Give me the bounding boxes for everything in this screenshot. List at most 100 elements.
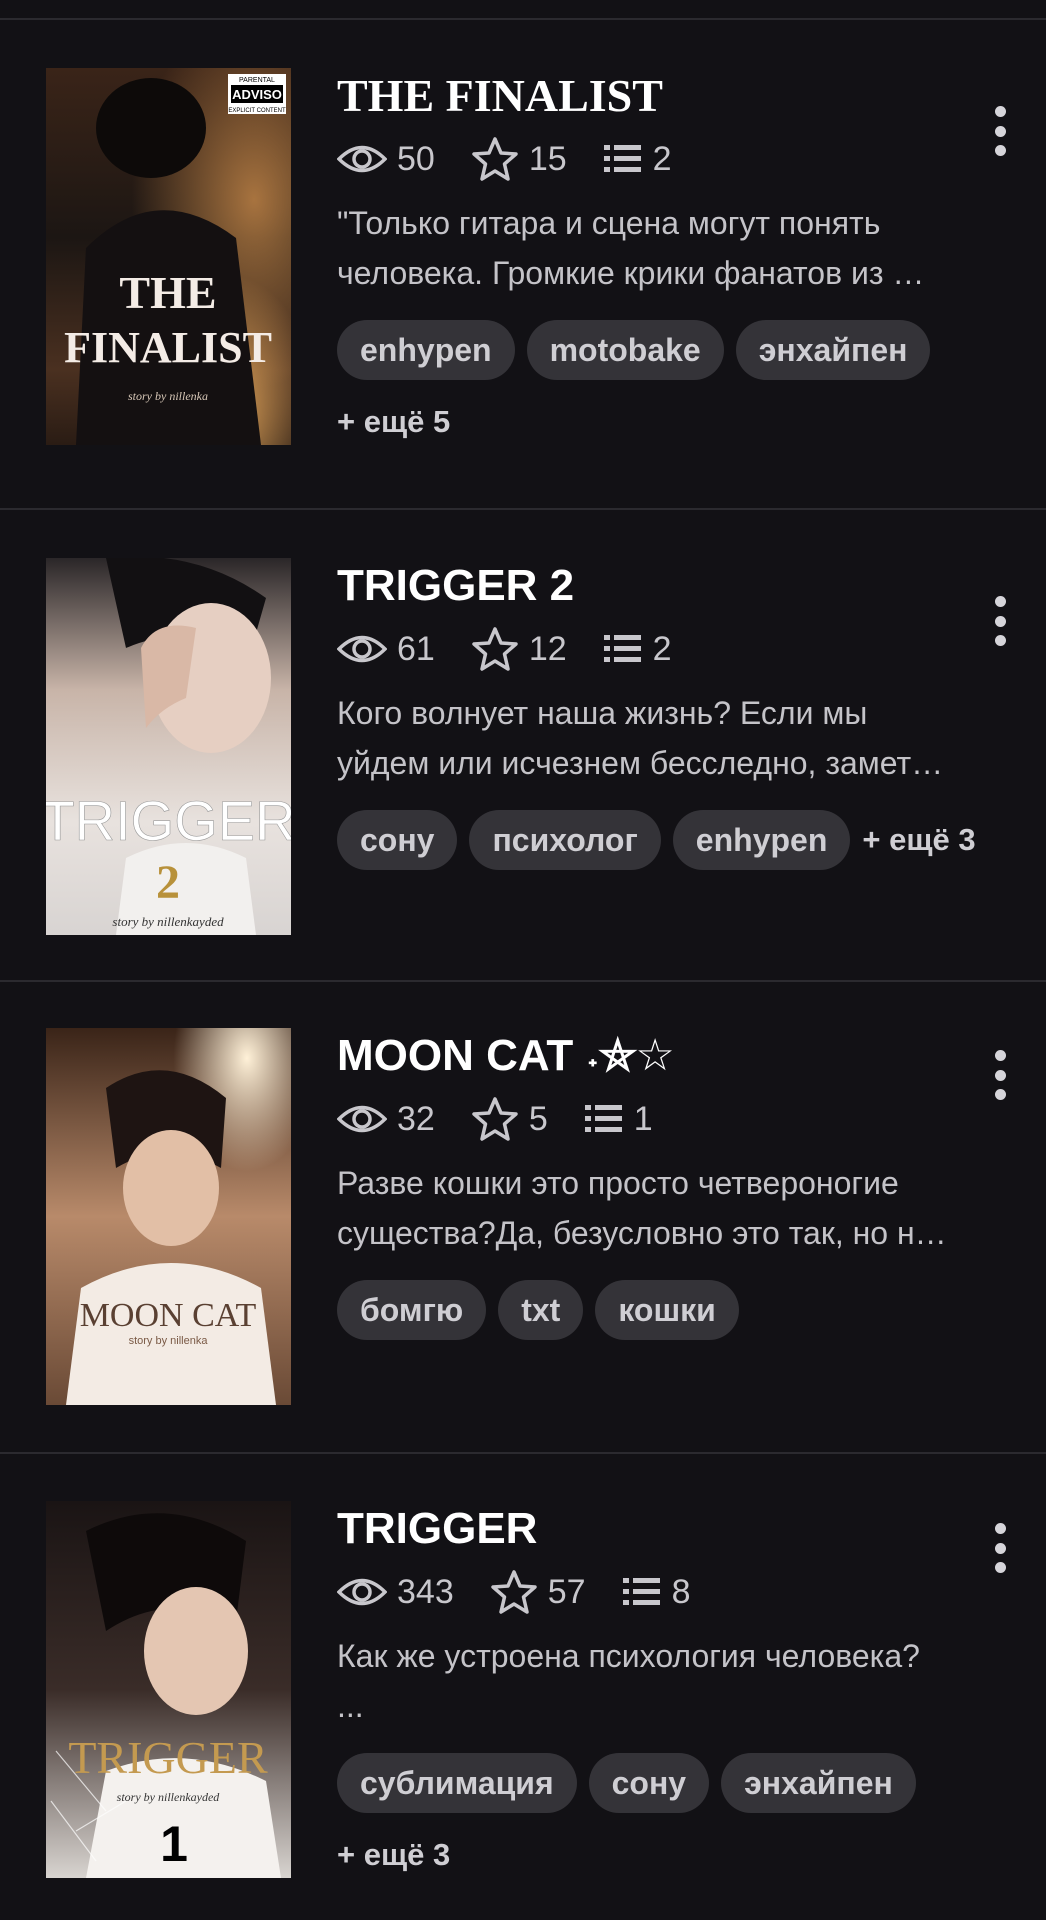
- description-line: Кого волнует наша жизнь? Если мы: [337, 695, 868, 731]
- star-icon: [472, 1097, 518, 1141]
- svg-text:EXPLICIT CONTENT: EXPLICIT CONTENT: [228, 108, 286, 114]
- parts-stat: 8: [622, 1573, 690, 1612]
- story-info: TRIGGER 2 61 12 2 Кого волнует наша жизн…: [337, 558, 1007, 882]
- tag-chip[interactable]: кошки: [595, 1280, 739, 1340]
- votes-stat: 12: [471, 626, 567, 672]
- more-vertical-icon[interactable]: [990, 1050, 1010, 1100]
- story-card[interactable]: MOON CAT story by nillenka MOON CAT ˖⛤☆ …: [0, 982, 1046, 1472]
- cover-title: 1: [160, 1816, 188, 1872]
- description-line: Как же устроена психология человека?: [337, 1638, 920, 1674]
- story-tags: бомгю txt кошки: [337, 1280, 1017, 1352]
- votes-count: 12: [528, 629, 567, 668]
- story-card[interactable]: ADVISO PARENTAL EXPLICIT CONTENT THE FIN…: [0, 20, 1046, 510]
- story-title[interactable]: TRIGGER: [337, 1501, 1007, 1557]
- eye-icon: [337, 635, 387, 663]
- eye-icon: [337, 145, 387, 173]
- views-count: 61: [397, 629, 435, 668]
- story-info: TRIGGER 343 57 8 Как же устроена психоло…: [337, 1501, 1007, 1897]
- story-tags: enhypen motobake энхайпен + ещё 5: [337, 320, 1017, 464]
- tag-chip[interactable]: бомгю: [337, 1280, 487, 1340]
- views-stat: 32: [337, 1100, 435, 1139]
- tag-chip[interactable]: энхайпен: [735, 320, 931, 380]
- star-icon: [472, 137, 518, 181]
- list-icon: [603, 635, 641, 662]
- more-tags-link[interactable]: + ещё 5: [337, 392, 450, 452]
- votes-count: 15: [528, 139, 567, 178]
- list-icon: [622, 1578, 660, 1605]
- story-cover-image[interactable]: TRIGGER story by nillenkayded 1: [46, 1501, 291, 1878]
- description-line: ...: [337, 1688, 364, 1724]
- parts-stat: 1: [584, 1100, 653, 1139]
- tag-chip[interactable]: энхайпен: [721, 1753, 916, 1813]
- votes-stat: 57: [490, 1569, 586, 1615]
- eye-icon: [337, 1578, 387, 1606]
- story-title[interactable]: THE FINALIST: [337, 68, 1007, 124]
- story-stats: 343 57 8: [337, 1563, 1007, 1621]
- parts-count: 1: [633, 1099, 653, 1138]
- votes-count: 57: [547, 1572, 586, 1611]
- parts-count: 2: [652, 139, 672, 178]
- tag-chip[interactable]: сону: [588, 1753, 710, 1813]
- story-title[interactable]: MOON CAT ˖⛤☆: [337, 1028, 1007, 1084]
- story-description[interactable]: "Только гитара и сцена могут понять чело…: [337, 198, 1007, 298]
- story-cover-image[interactable]: TRIGGER 2 story by nillenkayded: [46, 558, 291, 935]
- parts-count: 2: [652, 629, 672, 668]
- story-stats: 61 12 2: [337, 620, 1007, 678]
- views-stat: 343: [337, 1573, 454, 1612]
- more-vertical-icon[interactable]: [990, 1523, 1010, 1573]
- cover-title: MOON CAT: [80, 1297, 257, 1334]
- description-line: существа?Да, безусловно это так, но н…: [337, 1215, 947, 1251]
- story-title[interactable]: TRIGGER 2: [337, 558, 1007, 614]
- tag-chip[interactable]: психолог: [469, 810, 661, 870]
- description-line: уйдем или исчезнем бесследно, замет…: [337, 745, 944, 781]
- votes-stat: 5: [471, 1096, 548, 1142]
- views-count: 343: [397, 1572, 454, 1611]
- story-cover-image[interactable]: ADVISO PARENTAL EXPLICIT CONTENT THE FIN…: [46, 68, 291, 445]
- story-card[interactable]: TRIGGER story by nillenkayded 1 TRIGGER …: [0, 1454, 1046, 1920]
- description-line: человека. Громкие крики фанатов из …: [337, 255, 925, 291]
- description-line: Разве кошки это просто четвероногие: [337, 1165, 899, 1201]
- cover-title: THE: [119, 267, 216, 318]
- story-card[interactable]: TRIGGER 2 story by nillenkayded TRIGGER …: [0, 510, 1046, 1000]
- cover-byline: story by nillenkayded: [112, 914, 224, 929]
- cover-title: 2: [156, 856, 180, 909]
- views-count: 50: [397, 139, 435, 178]
- story-description[interactable]: Разве кошки это просто четвероногие суще…: [337, 1158, 1007, 1258]
- cover-byline: story by nillenkayded: [117, 1790, 221, 1804]
- story-tags: сублимация сону энхайпен + ещё 3: [337, 1753, 1017, 1897]
- tag-chip[interactable]: motobake: [526, 320, 724, 380]
- views-stat: 50: [337, 140, 435, 179]
- votes-stat: 15: [471, 136, 567, 182]
- list-icon: [603, 145, 641, 172]
- tag-chip[interactable]: txt: [498, 1280, 584, 1340]
- story-description[interactable]: Кого волнует наша жизнь? Если мы уйдем и…: [337, 688, 1007, 788]
- tag-chip[interactable]: сону: [337, 810, 458, 870]
- views-stat: 61: [337, 630, 435, 669]
- story-description[interactable]: Как же устроена психология человека? ...: [337, 1631, 1007, 1731]
- more-vertical-icon[interactable]: [990, 106, 1010, 156]
- tag-chip[interactable]: enhypen: [337, 320, 515, 380]
- list-icon: [584, 1105, 622, 1132]
- cover-byline: story by nillenka: [129, 1335, 209, 1347]
- parts-stat: 2: [603, 630, 672, 669]
- more-tags-link[interactable]: + ещё 3: [862, 810, 975, 870]
- eye-icon: [337, 1105, 387, 1133]
- svg-text:PARENTAL: PARENTAL: [239, 77, 275, 84]
- cover-title: FINALIST: [64, 323, 272, 372]
- tag-chip[interactable]: enhypen: [672, 810, 851, 870]
- more-vertical-icon[interactable]: [990, 596, 1010, 646]
- story-stats: 32 5 1: [337, 1090, 1007, 1148]
- more-tags-link[interactable]: + ещё 3: [337, 1825, 450, 1885]
- description-line: "Только гитара и сцена могут понять: [337, 205, 881, 241]
- star-icon: [490, 1570, 537, 1614]
- cover-title: TRIGGER: [46, 789, 291, 852]
- tag-chip[interactable]: сублимация: [337, 1753, 577, 1813]
- votes-count: 5: [528, 1099, 548, 1138]
- svg-text:ADVISO: ADVISO: [232, 87, 282, 102]
- star-icon: [472, 627, 518, 671]
- story-cover-image[interactable]: MOON CAT story by nillenka: [46, 1028, 291, 1405]
- story-tags: сону психолог enhypen + ещё 3: [337, 810, 1017, 882]
- story-list: ADVISO PARENTAL EXPLICIT CONTENT THE FIN…: [0, 0, 1046, 1920]
- parts-stat: 2: [603, 140, 672, 179]
- story-info: THE FINALIST 50 15 2 "Только гитара и сц…: [337, 68, 1007, 464]
